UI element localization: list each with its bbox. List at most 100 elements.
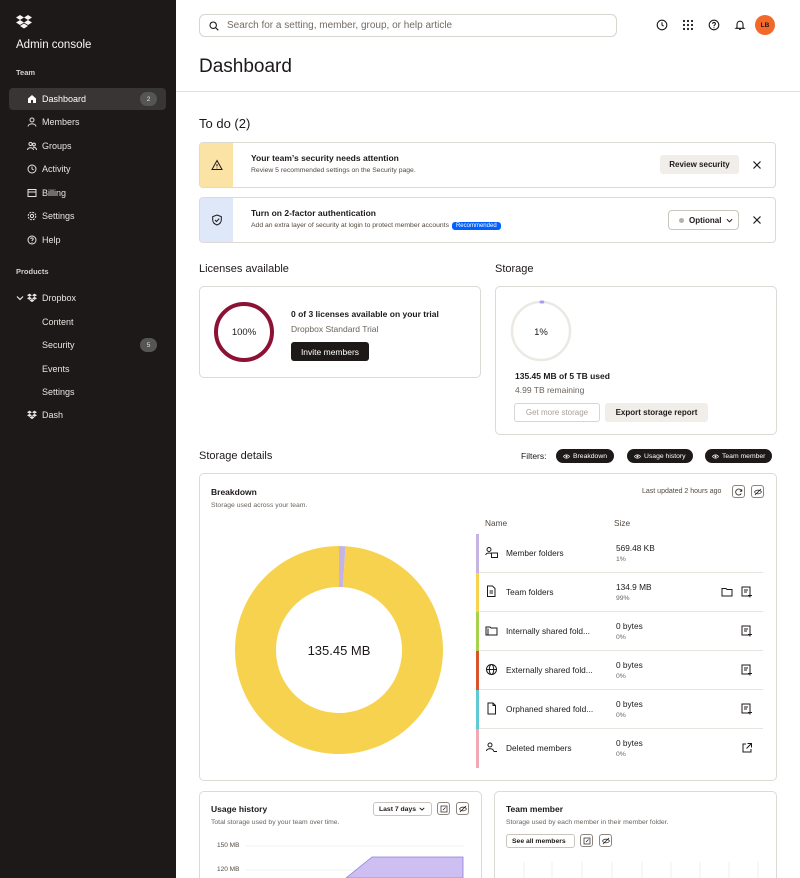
recent-icon[interactable]: [655, 18, 669, 32]
chevron-down-icon: [419, 807, 425, 811]
open-external-icon[interactable]: [741, 742, 753, 754]
shield-icon: [211, 214, 222, 226]
sidebar-item-dash[interactable]: Dash: [9, 404, 166, 426]
team-folders-icon: [487, 585, 496, 597]
row-name: Orphaned shared fold...: [506, 704, 594, 714]
export-storage-report-button[interactable]: Export storage report: [605, 403, 708, 422]
select-value: Optional: [689, 215, 722, 225]
invite-members-button[interactable]: Invite members: [291, 342, 369, 361]
two-factor-select[interactable]: Optional: [668, 210, 739, 230]
alert-strip: [200, 143, 233, 187]
sidebar-item-dashboard[interactable]: Dashboard 2: [9, 88, 166, 110]
column-header-name: Name: [485, 518, 508, 528]
usage-history-chart: [246, 845, 464, 878]
filter-breakdown[interactable]: Breakdown: [556, 449, 615, 463]
alert-title: Turn on 2-factor authentication: [251, 208, 376, 218]
usage-area: [345, 856, 464, 878]
sidebar-item-members[interactable]: Members: [9, 111, 166, 133]
row-size: 0 bytes: [616, 621, 643, 631]
help-icon[interactable]: [707, 18, 721, 32]
usage-history-title: Usage history: [211, 804, 268, 814]
row-name: Deleted members: [506, 743, 572, 753]
dropbox-icon: [26, 409, 38, 421]
sidebar-item-events[interactable]: Events: [9, 358, 166, 380]
hide-button[interactable]: [456, 802, 469, 815]
globe-icon: [486, 664, 497, 675]
folder-icon[interactable]: [721, 586, 733, 598]
recommended-badge: Recommended: [451, 222, 501, 230]
sidebar-item-label: Settings: [42, 387, 75, 397]
eye-icon: [634, 454, 641, 458]
search-input[interactable]: [227, 20, 607, 31]
alert-description: Add an extra layer of security at login …: [251, 222, 501, 230]
breakdown-row[interactable]: Orphaned shared fold... 0 bytes 0%: [476, 690, 763, 729]
team-member-subtitle: Storage used by each member in their mem…: [506, 819, 669, 826]
sidebar-item-content[interactable]: Content: [9, 311, 166, 333]
sidebar-item-dropbox-settings[interactable]: Settings: [9, 381, 166, 403]
billing-icon: [26, 187, 38, 199]
close-icon[interactable]: [752, 215, 762, 225]
review-security-button[interactable]: Review security: [660, 155, 739, 174]
see-all-members-button[interactable]: See all members: [506, 834, 575, 848]
storage-used: 135.45 MB of 5 TB used: [515, 371, 610, 381]
alert-strip: [200, 198, 233, 242]
hide-button[interactable]: [599, 834, 612, 847]
sidebar-item-security[interactable]: Security 5: [9, 334, 166, 356]
breakdown-row[interactable]: Internally shared fold... 0 bytes 0%: [476, 612, 763, 651]
gear-icon: [26, 210, 38, 222]
filter-team-member[interactable]: Team member: [705, 449, 773, 463]
last-updated: Last updated 2 hours ago: [642, 488, 722, 495]
sidebar-item-billing[interactable]: Billing: [9, 182, 166, 204]
eye-off-icon: [753, 488, 762, 495]
dropbox-logo-icon[interactable]: [16, 15, 32, 29]
sidebar: Admin console Team Dashboard 2 Members G…: [0, 0, 176, 878]
sidebar-item-activity[interactable]: Activity: [9, 158, 166, 180]
filter-usage-history[interactable]: Usage history: [627, 449, 693, 463]
expand-button[interactable]: [580, 834, 593, 847]
expand-button[interactable]: [437, 802, 450, 815]
app-grid-icon[interactable]: [681, 18, 695, 32]
clock-icon: [26, 163, 38, 175]
eye-off-icon: [601, 837, 610, 844]
licenses-plan: Dropbox Standard Trial: [291, 324, 379, 334]
bell-icon[interactable]: [733, 18, 747, 32]
add-report-icon[interactable]: [741, 625, 753, 637]
search-bar[interactable]: [199, 14, 617, 37]
chevron-down-icon[interactable]: [16, 294, 24, 302]
hide-button[interactable]: [751, 485, 764, 498]
member-folders-icon: [485, 547, 498, 558]
sidebar-item-label: Events: [42, 364, 70, 374]
row-percent: 0%: [616, 673, 626, 680]
sidebar-item-label: Dashboard: [42, 94, 87, 104]
usage-history-subtitle: Total storage used by your team over tim…: [211, 819, 340, 826]
todo-title: To do (2): [199, 116, 251, 131]
range-select[interactable]: Last 7 days: [373, 802, 432, 816]
sidebar-item-label: Content: [42, 317, 74, 327]
row-percent: 0%: [616, 751, 626, 758]
breakdown-row[interactable]: Deleted members 0 bytes 0%: [476, 729, 763, 768]
breakdown-subtitle: Storage used across your team.: [211, 502, 308, 509]
breakdown-row[interactable]: Team folders 134.9 MB 99%: [476, 573, 763, 612]
get-more-storage-button[interactable]: Get more storage: [514, 403, 600, 422]
breakdown-row[interactable]: Externally shared fold... 0 bytes 0%: [476, 651, 763, 690]
add-report-icon[interactable]: [741, 664, 753, 676]
y-tick-label: 120 MB: [217, 866, 240, 873]
expand-icon: [440, 805, 447, 812]
close-icon[interactable]: [752, 160, 762, 170]
person-icon: [26, 116, 38, 128]
add-report-icon[interactable]: [741, 703, 753, 715]
team-member-title: Team member: [506, 804, 564, 814]
sidebar-item-settings[interactable]: Settings: [9, 205, 166, 227]
count-badge: 5: [140, 338, 157, 352]
licenses-title: Licenses available: [199, 263, 289, 275]
breakdown-row[interactable]: Member folders 569.48 KB 1%: [476, 534, 763, 573]
refresh-button[interactable]: [732, 485, 745, 498]
row-name: Internally shared fold...: [506, 626, 590, 636]
sidebar-item-groups[interactable]: Groups: [9, 135, 166, 157]
avatar[interactable]: LB: [755, 15, 775, 35]
add-report-icon[interactable]: [741, 586, 753, 598]
eye-icon: [712, 454, 719, 458]
dropbox-icon: [26, 292, 38, 304]
sidebar-item-help[interactable]: Help: [9, 229, 166, 251]
sidebar-item-dropbox[interactable]: Dropbox: [9, 287, 166, 309]
